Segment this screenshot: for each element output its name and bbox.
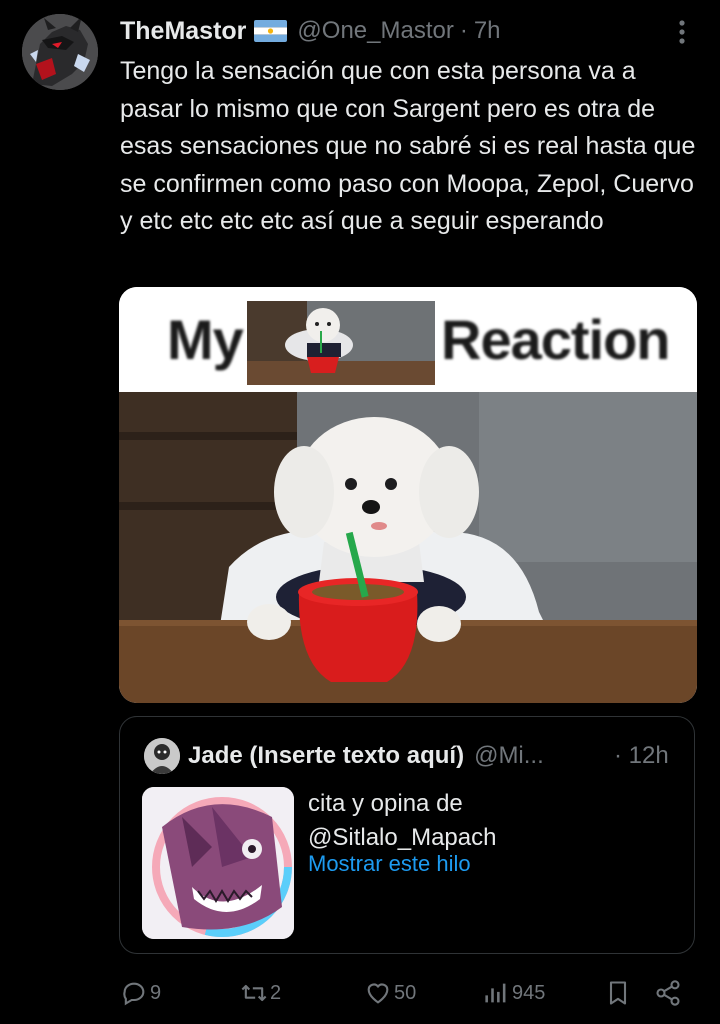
quoted-separator-dot: · [614, 742, 622, 769]
quoted-time[interactable]: 12h [629, 742, 669, 769]
bookmark-button[interactable] [604, 975, 632, 1011]
bookmark-icon [609, 981, 627, 1005]
like-button[interactable]: 50 [364, 975, 416, 1011]
quoted-text-line1: cita y opina de [308, 790, 463, 817]
retweet-icon [241, 984, 267, 1002]
quoted-timestamp: · 12h [614, 739, 669, 773]
dog-photo [119, 392, 697, 703]
quoted-display-name[interactable]: Jade (Inserte texto aquí) [188, 742, 464, 770]
quoted-tweet[interactable]: Jade (Inserte texto aquí) @Mi... · 12h c… [119, 716, 695, 954]
quoted-handle[interactable]: @Mi... [474, 742, 544, 770]
meme-thumbnail-dog [247, 301, 435, 385]
like-icon [367, 983, 389, 1004]
reply-button[interactable]: 9 [120, 975, 161, 1011]
avatar-dragon-image [22, 14, 98, 90]
like-count: 50 [394, 981, 417, 1004]
views-count: 945 [512, 981, 546, 1004]
quoted-avatar[interactable] [144, 738, 180, 774]
quoted-media[interactable] [142, 787, 294, 939]
quoted-text: cita y opina de @Sitlalo_Mapach [308, 787, 668, 855]
argentina-flag-icon [254, 20, 288, 42]
meme-caption-bar: My Reaction [119, 287, 697, 392]
views-icon [485, 983, 506, 1003]
tweet-header: TheMastor @One_Mastor · 7h [120, 14, 501, 48]
reply-icon [123, 982, 145, 1006]
quoted-header: Jade (Inserte texto aquí) @Mi... [188, 739, 544, 773]
share-icon [656, 980, 680, 1006]
quoted-text-line2[interactable]: @Sitlalo_Mapach [308, 821, 668, 855]
retweet-count: 2 [270, 981, 282, 1004]
timestamp[interactable]: 7h [474, 17, 501, 45]
profile-avatar[interactable] [22, 14, 98, 90]
meme-word-right: Reaction [441, 308, 670, 371]
action-bar: 9 2 50 945 [0, 975, 720, 1011]
user-handle[interactable]: @One_Mastor [297, 17, 453, 45]
retweet-button[interactable]: 2 [240, 975, 281, 1011]
meme-word-left: My [167, 308, 244, 371]
separator-dot: · [459, 17, 468, 44]
tweet-text: Tengo la sensación que con esta persona … [120, 57, 696, 236]
more-vertical-icon[interactable] [670, 14, 694, 50]
share-button[interactable] [654, 975, 682, 1011]
views-button[interactable]: 945 [482, 975, 545, 1011]
display-name[interactable]: TheMastor [120, 17, 246, 46]
tweet-media[interactable]: My Reaction [119, 287, 697, 703]
show-thread-link[interactable]: Mostrar este hilo [308, 851, 471, 877]
reply-count: 9 [150, 981, 162, 1004]
